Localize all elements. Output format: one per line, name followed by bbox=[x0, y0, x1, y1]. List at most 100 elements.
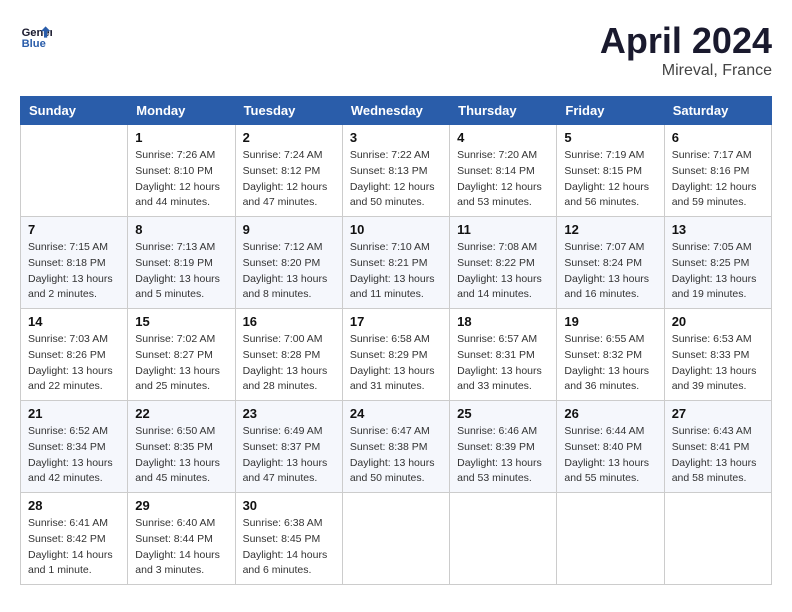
calendar-cell bbox=[664, 493, 771, 585]
day-detail: Sunrise: 6:58 AMSunset: 8:29 PMDaylight:… bbox=[350, 332, 442, 395]
day-number: 10 bbox=[350, 222, 442, 237]
calendar-cell: 23 Sunrise: 6:49 AMSunset: 8:37 PMDayligh… bbox=[235, 401, 342, 493]
calendar-cell: 16 Sunrise: 7:00 AMSunset: 8:28 PMDayligh… bbox=[235, 309, 342, 401]
calendar-cell: 13 Sunrise: 7:05 AMSunset: 8:25 PMDayligh… bbox=[664, 217, 771, 309]
calendar-cell: 15 Sunrise: 7:02 AMSunset: 8:27 PMDayligh… bbox=[128, 309, 235, 401]
calendar-week-5: 28Sunrise: 6:41 AMSunset: 8:42 PMDayligh… bbox=[21, 493, 772, 585]
col-header-friday: Friday bbox=[557, 97, 664, 125]
day-number: 6 bbox=[672, 130, 764, 145]
location: Mireval, France bbox=[600, 62, 772, 80]
day-number: 17 bbox=[350, 314, 442, 329]
day-detail: Sunrise: 6:41 AMSunset: 8:42 PMDaylight:… bbox=[28, 516, 120, 579]
day-number: 30 bbox=[243, 498, 335, 513]
col-header-tuesday: Tuesday bbox=[235, 97, 342, 125]
day-detail: Sunrise: 7:03 AMSunset: 8:26 PMDaylight:… bbox=[28, 332, 120, 395]
calendar-week-2: 7 Sunrise: 7:15 AMSunset: 8:18 PMDaylight… bbox=[21, 217, 772, 309]
day-number: 20 bbox=[672, 314, 764, 329]
logo-icon: General Blue bbox=[20, 20, 52, 52]
day-number: 21 bbox=[28, 406, 120, 421]
day-detail: Sunrise: 7:02 AMSunset: 8:27 PMDaylight:… bbox=[135, 332, 227, 395]
day-detail: Sunrise: 6:57 AMSunset: 8:31 PMDaylight:… bbox=[457, 332, 549, 395]
calendar-cell: 14 Sunrise: 7:03 AMSunset: 8:26 PMDayligh… bbox=[21, 309, 128, 401]
day-detail: Sunrise: 7:07 AMSunset: 8:24 PMDaylight:… bbox=[564, 240, 656, 303]
day-detail: Sunrise: 6:47 AMSunset: 8:38 PMDaylight:… bbox=[350, 424, 442, 487]
calendar-cell: 30 Sunrise: 6:38 AMSunset: 8:45 PMDayligh… bbox=[235, 493, 342, 585]
day-detail: Sunrise: 7:12 AMSunset: 8:20 PMDaylight:… bbox=[243, 240, 335, 303]
calendar-cell: 5Sunrise: 7:19 AMSunset: 8:15 PMDaylight… bbox=[557, 125, 664, 217]
calendar-cell: 4Sunrise: 7:20 AMSunset: 8:14 PMDaylight… bbox=[450, 125, 557, 217]
day-detail: Sunrise: 6:49 AMSunset: 8:37 PMDaylight:… bbox=[243, 424, 335, 487]
day-number: 12 bbox=[564, 222, 656, 237]
day-detail: Sunrise: 6:43 AMSunset: 8:41 PMDaylight:… bbox=[672, 424, 764, 487]
calendar-cell: 6 Sunrise: 7:17 AMSunset: 8:16 PMDaylight… bbox=[664, 125, 771, 217]
calendar-cell: 17 Sunrise: 6:58 AMSunset: 8:29 PMDayligh… bbox=[342, 309, 449, 401]
day-number: 23 bbox=[243, 406, 335, 421]
calendar-cell bbox=[557, 493, 664, 585]
svg-text:Blue: Blue bbox=[22, 38, 46, 50]
month-title: April 2024 bbox=[600, 20, 772, 62]
calendar-cell: 1Sunrise: 7:26 AMSunset: 8:10 PMDaylight… bbox=[128, 125, 235, 217]
day-number: 4 bbox=[457, 130, 549, 145]
day-detail: Sunrise: 7:15 AMSunset: 8:18 PMDaylight:… bbox=[28, 240, 120, 303]
day-detail: Sunrise: 7:05 AMSunset: 8:25 PMDaylight:… bbox=[672, 240, 764, 303]
col-header-wednesday: Wednesday bbox=[342, 97, 449, 125]
day-number: 7 bbox=[28, 222, 120, 237]
day-detail: Sunrise: 6:40 AMSunset: 8:44 PMDaylight:… bbox=[135, 516, 227, 579]
day-number: 11 bbox=[457, 222, 549, 237]
calendar-cell bbox=[21, 125, 128, 217]
col-header-thursday: Thursday bbox=[450, 97, 557, 125]
col-header-monday: Monday bbox=[128, 97, 235, 125]
day-detail: Sunrise: 6:38 AMSunset: 8:45 PMDaylight:… bbox=[243, 516, 335, 579]
calendar-cell bbox=[342, 493, 449, 585]
day-detail: Sunrise: 6:46 AMSunset: 8:39 PMDaylight:… bbox=[457, 424, 549, 487]
day-detail: Sunrise: 6:53 AMSunset: 8:33 PMDaylight:… bbox=[672, 332, 764, 395]
calendar-cell: 27 Sunrise: 6:43 AMSunset: 8:41 PMDayligh… bbox=[664, 401, 771, 493]
day-number: 2 bbox=[243, 130, 335, 145]
calendar-cell: 9 Sunrise: 7:12 AMSunset: 8:20 PMDaylight… bbox=[235, 217, 342, 309]
day-number: 16 bbox=[243, 314, 335, 329]
day-number: 19 bbox=[564, 314, 656, 329]
col-header-sunday: Sunday bbox=[21, 97, 128, 125]
calendar-cell: 10Sunrise: 7:10 AMSunset: 8:21 PMDayligh… bbox=[342, 217, 449, 309]
day-detail: Sunrise: 7:17 AMSunset: 8:16 PMDaylight:… bbox=[672, 148, 764, 211]
day-detail: Sunrise: 7:24 AMSunset: 8:12 PMDaylight:… bbox=[243, 148, 335, 211]
day-number: 13 bbox=[672, 222, 764, 237]
calendar-cell bbox=[450, 493, 557, 585]
day-detail: Sunrise: 6:44 AMSunset: 8:40 PMDaylight:… bbox=[564, 424, 656, 487]
day-number: 14 bbox=[28, 314, 120, 329]
day-number: 8 bbox=[135, 222, 227, 237]
day-number: 29 bbox=[135, 498, 227, 513]
calendar-cell: 2 Sunrise: 7:24 AMSunset: 8:12 PMDaylight… bbox=[235, 125, 342, 217]
calendar-cell: 29 Sunrise: 6:40 AMSunset: 8:44 PMDayligh… bbox=[128, 493, 235, 585]
calendar-cell: 24Sunrise: 6:47 AMSunset: 8:38 PMDayligh… bbox=[342, 401, 449, 493]
day-detail: Sunrise: 6:55 AMSunset: 8:32 PMDaylight:… bbox=[564, 332, 656, 395]
calendar-table: SundayMondayTuesdayWednesdayThursdayFrid… bbox=[20, 96, 772, 585]
day-number: 27 bbox=[672, 406, 764, 421]
calendar-cell: 22Sunrise: 6:50 AMSunset: 8:35 PMDayligh… bbox=[128, 401, 235, 493]
calendar-cell: 19 Sunrise: 6:55 AMSunset: 8:32 PMDayligh… bbox=[557, 309, 664, 401]
day-detail: Sunrise: 7:00 AMSunset: 8:28 PMDaylight:… bbox=[243, 332, 335, 395]
day-number: 15 bbox=[135, 314, 227, 329]
day-number: 26 bbox=[564, 406, 656, 421]
day-detail: Sunrise: 7:08 AMSunset: 8:22 PMDaylight:… bbox=[457, 240, 549, 303]
calendar-cell: 7 Sunrise: 7:15 AMSunset: 8:18 PMDaylight… bbox=[21, 217, 128, 309]
day-number: 1 bbox=[135, 130, 227, 145]
calendar-week-4: 21 Sunrise: 6:52 AMSunset: 8:34 PMDayligh… bbox=[21, 401, 772, 493]
title-block: April 2024 Mireval, France bbox=[600, 20, 772, 80]
day-number: 9 bbox=[243, 222, 335, 237]
calendar-week-3: 14 Sunrise: 7:03 AMSunset: 8:26 PMDayligh… bbox=[21, 309, 772, 401]
day-detail: Sunrise: 6:52 AMSunset: 8:34 PMDaylight:… bbox=[28, 424, 120, 487]
calendar-cell: 8Sunrise: 7:13 AMSunset: 8:19 PMDaylight… bbox=[128, 217, 235, 309]
day-detail: Sunrise: 6:50 AMSunset: 8:35 PMDaylight:… bbox=[135, 424, 227, 487]
calendar-cell: 12 Sunrise: 7:07 AMSunset: 8:24 PMDayligh… bbox=[557, 217, 664, 309]
logo: General Blue bbox=[20, 20, 52, 52]
page-header: General Blue April 2024 Mireval, France bbox=[20, 20, 772, 80]
calendar-cell: 28Sunrise: 6:41 AMSunset: 8:42 PMDayligh… bbox=[21, 493, 128, 585]
day-number: 3 bbox=[350, 130, 442, 145]
day-number: 25 bbox=[457, 406, 549, 421]
day-detail: Sunrise: 7:19 AMSunset: 8:15 PMDaylight:… bbox=[564, 148, 656, 211]
calendar-cell: 21 Sunrise: 6:52 AMSunset: 8:34 PMDayligh… bbox=[21, 401, 128, 493]
calendar-cell: 18Sunrise: 6:57 AMSunset: 8:31 PMDayligh… bbox=[450, 309, 557, 401]
calendar-cell: 25 Sunrise: 6:46 AMSunset: 8:39 PMDayligh… bbox=[450, 401, 557, 493]
calendar-cell: 11 Sunrise: 7:08 AMSunset: 8:22 PMDayligh… bbox=[450, 217, 557, 309]
